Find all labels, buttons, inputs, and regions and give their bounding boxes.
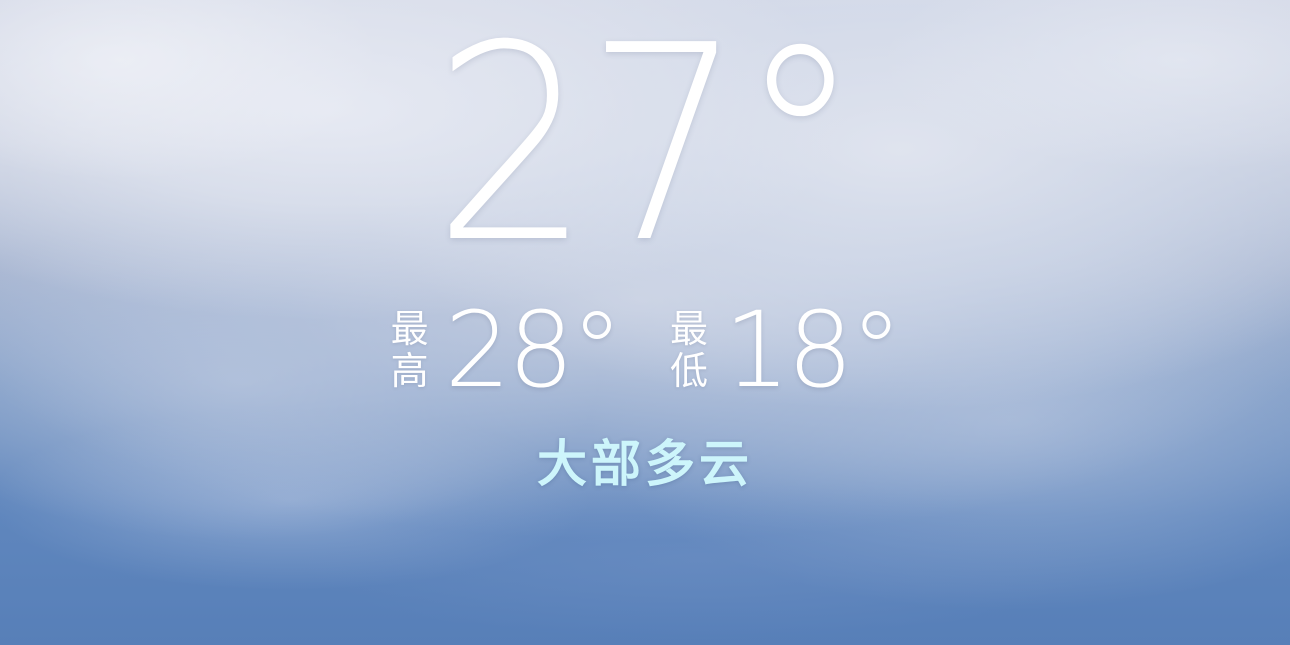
high-label-bottom: 高 <box>390 349 429 393</box>
high-label-top: 最 <box>390 307 429 351</box>
weather-summary: 27° 最 高 28° 最 低 18° 大部多云 <box>0 0 1290 645</box>
low-label: 最 低 <box>670 308 708 392</box>
current-temperature: 27° <box>433 0 862 302</box>
high-low-row: 最 高 28° 最 低 18° <box>0 289 1290 411</box>
low-label-bottom: 低 <box>670 349 709 393</box>
high-label: 最 高 <box>391 308 429 392</box>
high-temperature: 28° <box>444 289 623 411</box>
low-temperature: 18° <box>724 289 902 411</box>
weather-condition: 大部多云 <box>537 435 753 493</box>
high-temperature-group: 最 高 28° <box>391 289 623 411</box>
low-label-top: 最 <box>670 307 709 351</box>
low-temperature-group: 最 低 18° <box>670 289 902 411</box>
